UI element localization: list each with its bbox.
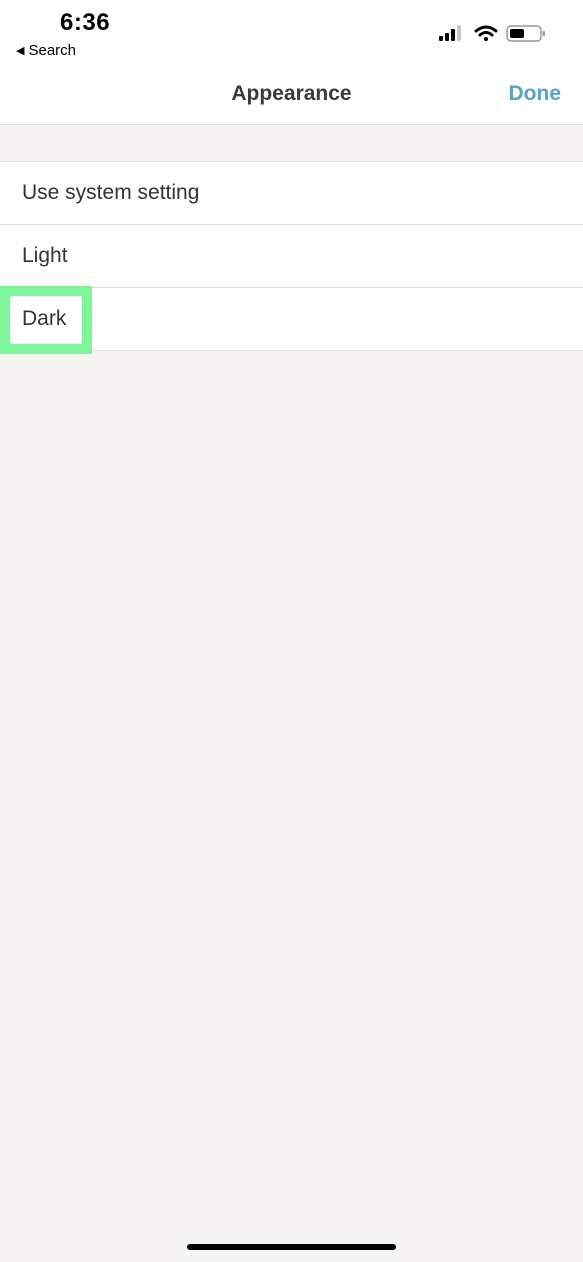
nav-bar: Appearance Done — [0, 70, 583, 125]
back-triangle-icon: ◀ — [16, 45, 25, 57]
back-search-label: Search — [28, 42, 76, 59]
option-light[interactable]: Light — [0, 225, 583, 288]
battery-icon — [506, 25, 545, 42]
option-use-system-setting[interactable]: Use system setting — [0, 162, 583, 225]
home-indicator — [187, 1244, 396, 1250]
page-title: Appearance — [231, 82, 352, 105]
wifi-icon — [474, 25, 498, 41]
back-to-search-button[interactable]: ◀ Search — [16, 42, 76, 59]
signal-icon — [439, 25, 461, 41]
option-label: Light — [22, 244, 68, 267]
status-bar: 6:36 ◀ Search — [0, 0, 583, 70]
status-time: 6:36 — [60, 9, 111, 36]
done-button[interactable]: Done — [509, 82, 562, 106]
option-label: Dark — [22, 307, 67, 330]
option-dark[interactable]: Dark — [0, 288, 583, 351]
status-icons — [439, 25, 545, 42]
appearance-options-list: Use system setting Light Dark — [0, 161, 583, 351]
option-label: Use system setting — [22, 181, 200, 204]
